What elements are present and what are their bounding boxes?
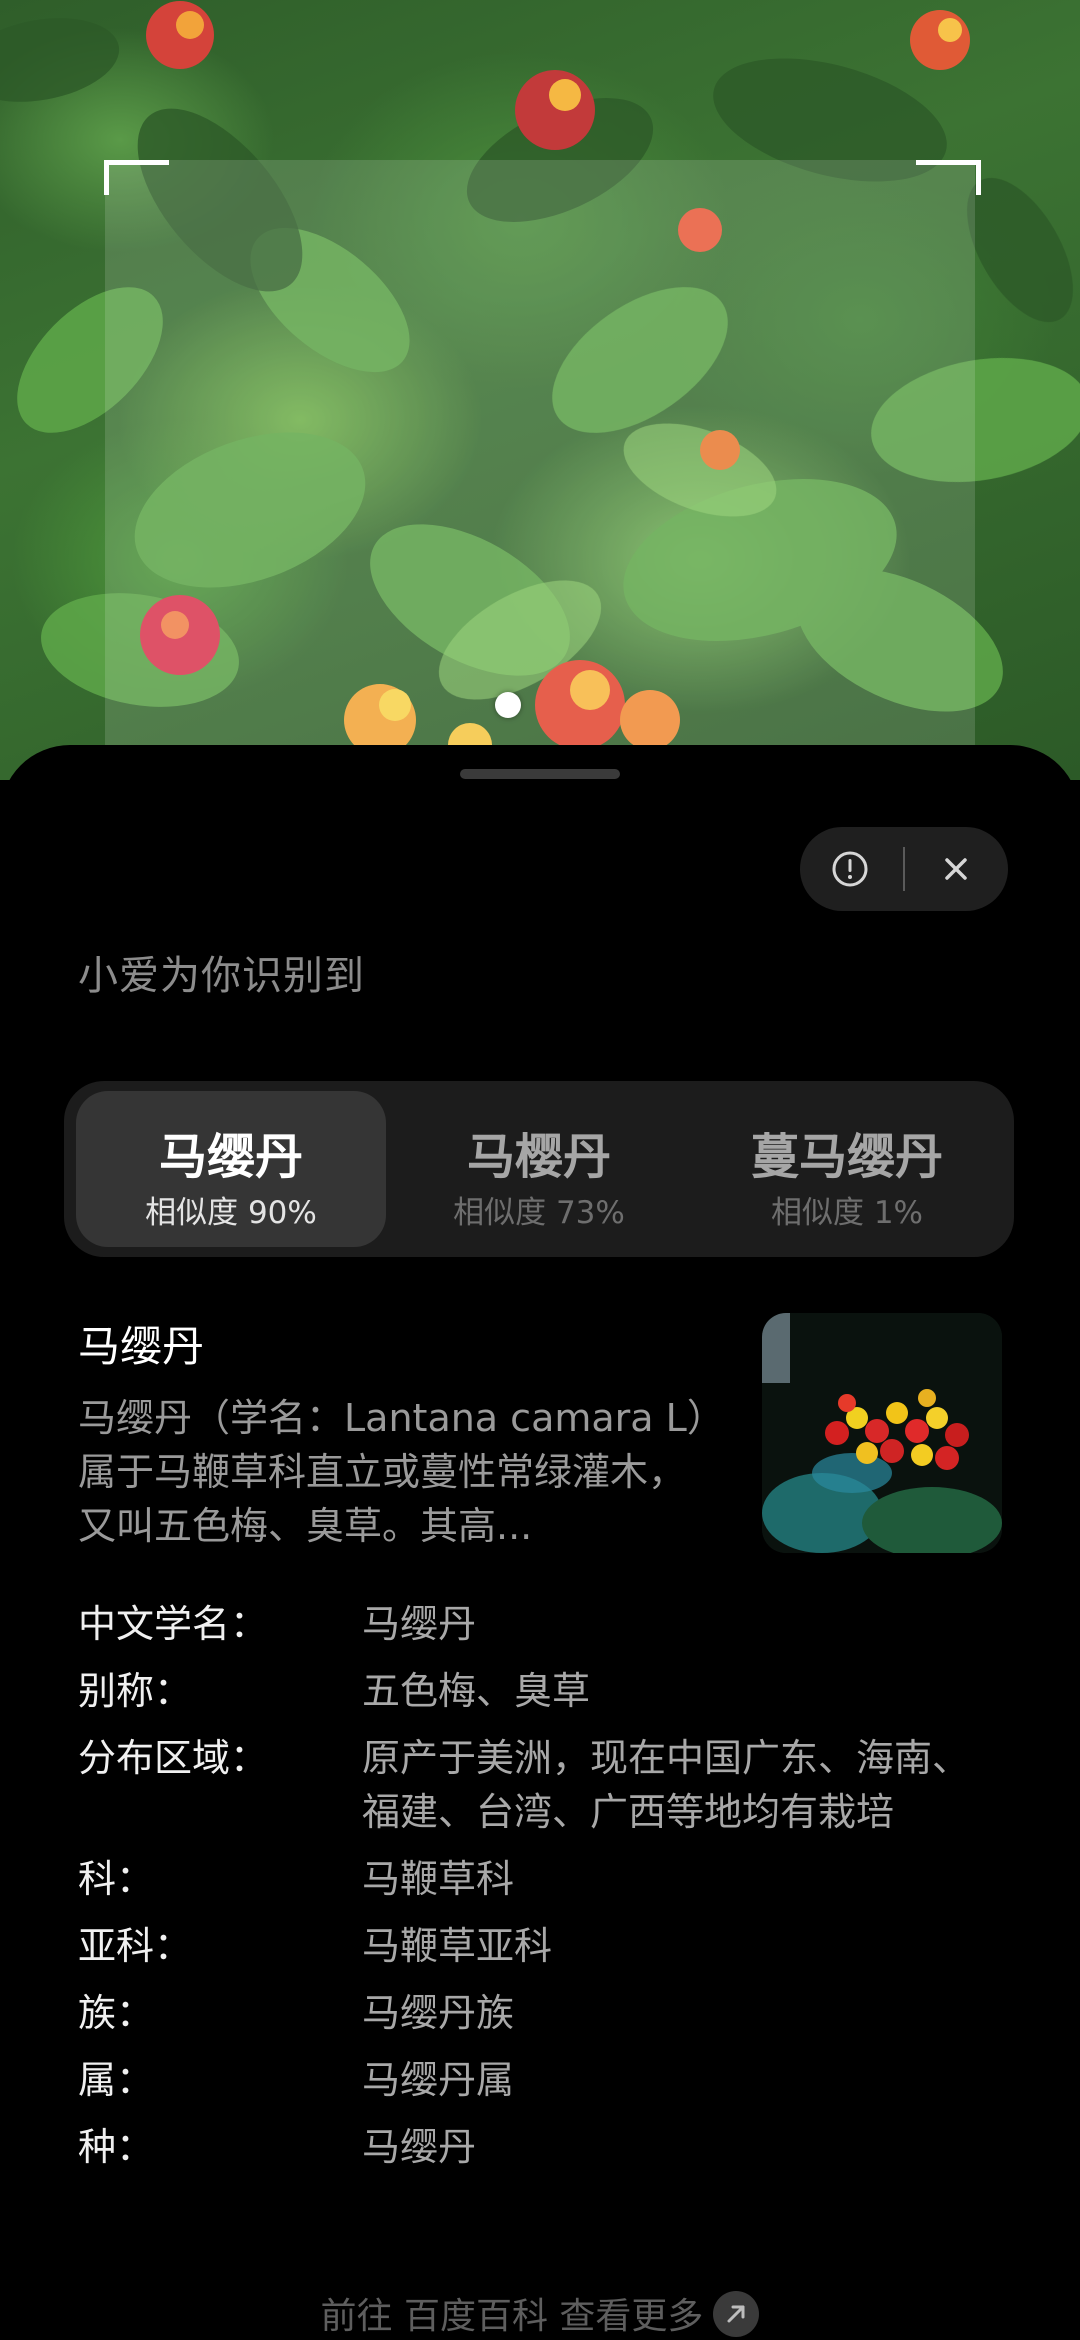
feedback-button[interactable] [822,841,878,897]
result-tab-score: 相似度 73% [453,1195,625,1231]
detail-label: 族： [78,1991,155,2035]
sheet-heading: 小爱为你识别到 [78,953,365,999]
baike-more-link[interactable]: 前往 百度百科 查看更多 [0,2287,1080,2340]
detail-label: 亚科： [78,1924,193,1968]
detail-value: 五色梅、臭草 [362,1669,591,1713]
plant-thumbnail[interactable] [762,1313,1002,1553]
detail-table: 中文学名： 马缨丹 别称： 五色梅、臭草 分布区域： 原产于美洲，现在中国广东、… [78,1597,1018,2187]
detail-label: 别称： [78,1669,193,1713]
scan-frame [105,160,975,780]
detail-label: 属： [78,2058,155,2102]
detail-label: 种： [78,2125,155,2169]
detail-value: 马缨丹 [362,1602,477,1646]
detail-label: 分布区域： [78,1736,269,1780]
detail-value: 马缨丹 [362,2125,477,2169]
detail-label: 科： [78,1857,155,1901]
camera-preview[interactable] [0,0,1080,780]
result-tab-2[interactable]: 马樱丹 相似度 73% [384,1091,694,1247]
result-tab-name: 马缨丹 [158,1129,303,1185]
detail-value: 原产于美洲，现在中国广东、海南、福建、台湾、广西等地均有栽培 [362,1736,971,1834]
close-icon [945,858,967,880]
plant-thumbnail-image [762,1313,1002,1553]
focus-dot[interactable] [495,692,521,718]
screen: 小爱为你识别到 马缨丹 相似度 90% 马樱丹 相似度 73% 蔓马缨丹 相似度… [0,0,1080,2340]
detail-value: 马缨丹属 [362,2058,515,2102]
detail-row-alias: 别称： 五色梅、臭草 [78,1664,1018,1718]
result-sheet: 小爱为你识别到 马缨丹 相似度 90% 马樱丹 相似度 73% 蔓马缨丹 相似度… [0,745,1080,2340]
result-tab-1[interactable]: 马缨丹 相似度 90% [76,1091,386,1247]
result-tabs: 马缨丹 相似度 90% 马樱丹 相似度 73% 蔓马缨丹 相似度 1% [64,1081,1014,1257]
close-button[interactable] [928,841,984,897]
detail-row-genus: 属： 马缨丹属 [78,2053,1018,2107]
detail-row-species: 种： 马缨丹 [78,2120,1018,2174]
detail-value: 马鞭草亚科 [362,1924,553,1968]
drag-handle[interactable] [460,769,620,779]
action-pill [800,827,1008,911]
detail-row-chinese-name: 中文学名： 马缨丹 [78,1597,1018,1651]
detail-row-tribe: 族： 马缨丹族 [78,1986,1018,2040]
result-tab-score: 相似度 90% [145,1195,317,1231]
detail-value: 马缨丹族 [362,1991,515,2035]
more-link-text: 前往 百度百科 查看更多 [320,2296,704,2337]
scan-frame-corner-top-right [916,160,981,195]
detail-row-subfamily: 亚科： 马鞭草亚科 [78,1919,1018,1973]
result-tab-name: 马樱丹 [466,1129,611,1185]
arrow-up-right-icon [713,2291,760,2337]
summary-text[interactable]: 马缨丹（学名：Lantana camara L）属于马鞭草科直立或蔓性常绿灌木，… [78,1391,708,1553]
result-tab-score: 相似度 1% [770,1195,924,1231]
summary-title: 马缨丹 [78,1322,205,1371]
exclamation-circle-icon [832,851,868,887]
result-tab-3[interactable]: 蔓马缨丹 相似度 1% [692,1091,1002,1247]
detail-row-distribution: 分布区域： 原产于美洲，现在中国广东、海南、福建、台湾、广西等地均有栽培 [78,1731,1018,1839]
detail-value: 马鞭草科 [362,1857,515,1901]
detail-row-family: 科： 马鞭草科 [78,1852,1018,1906]
pill-divider [903,847,905,891]
scan-frame-corner-top-left [104,160,169,195]
detail-label: 中文学名： [78,1602,269,1646]
result-tab-name: 蔓马缨丹 [750,1129,943,1185]
